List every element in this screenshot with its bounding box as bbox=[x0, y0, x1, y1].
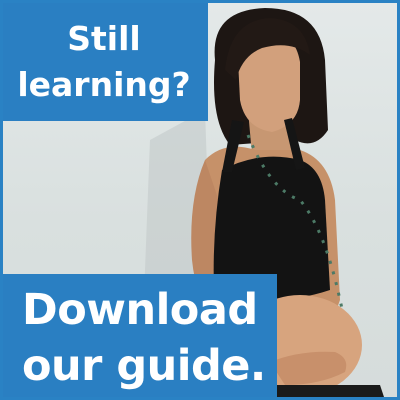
headline-line-1: Still bbox=[67, 19, 141, 58]
cta-line-1: Download bbox=[22, 285, 258, 335]
headline-text: Still learning? bbox=[17, 16, 190, 108]
headline-box: Still learning? bbox=[0, 3, 208, 121]
ad-banner[interactable]: Still learning? Download our guide. bbox=[0, 0, 400, 400]
headline-line-2: learning? bbox=[17, 65, 191, 104]
cta-line-2: our guide. bbox=[22, 341, 266, 391]
download-guide-button[interactable]: Download our guide. bbox=[0, 274, 277, 400]
